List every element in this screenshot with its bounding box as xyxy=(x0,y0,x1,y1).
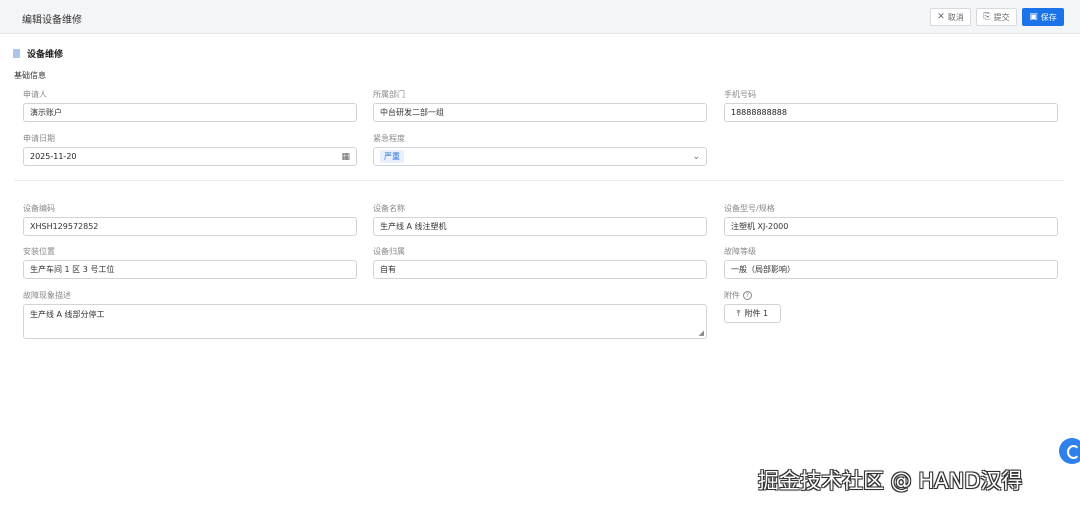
basic-info-heading: 基础信息 xyxy=(14,71,46,80)
top-bar: 编辑设备维修 ✕ 取消 ⎘ 提交 ▣ 保存 xyxy=(0,0,1080,34)
department-label: 所属部门 xyxy=(373,90,405,99)
fault-level-value: 一般（局部影响） xyxy=(731,265,795,274)
close-icon: ✕ xyxy=(937,11,945,22)
help-icon[interactable]: ? xyxy=(743,291,752,300)
submit-button[interactable]: ⎘ 提交 xyxy=(976,8,1017,26)
ownership-label: 设备归属 xyxy=(373,247,405,256)
save-label: 保存 xyxy=(1040,12,1057,22)
submit-label: 提交 xyxy=(993,12,1010,22)
attachment-label-row: 附件 ? xyxy=(724,290,752,301)
phone-value: 18888888888 xyxy=(731,108,787,117)
section-title: 设备维修 xyxy=(13,47,63,60)
apply-date-field[interactable]: 2025-11-20 ▦ xyxy=(23,147,357,166)
fault-desc-label: 故障现象描述 xyxy=(23,291,71,300)
cancel-label: 取消 xyxy=(947,12,964,22)
device-model-field[interactable]: 注塑机 XJ-2000 xyxy=(724,217,1058,236)
applicant-value: 演示账户 xyxy=(30,108,62,117)
device-model-label: 设备型号/规格 xyxy=(724,204,775,213)
document-icon xyxy=(13,49,20,58)
urgency-label: 紧急程度 xyxy=(373,134,405,143)
cancel-button[interactable]: ✕ 取消 xyxy=(930,8,971,26)
fault-level-label: 故障等级 xyxy=(724,247,756,256)
upload-icon: ⤒ xyxy=(736,308,741,318)
device-code-label: 设备编码 xyxy=(23,204,55,213)
urgency-tag: 严重 xyxy=(380,150,404,163)
floating-assistant-icon[interactable] xyxy=(1059,438,1080,464)
location-label: 安装位置 xyxy=(23,247,55,256)
fault-desc-value: 生产线 A 线部分停工 xyxy=(30,310,105,319)
device-name-label: 设备名称 xyxy=(373,204,405,213)
device-name-value: 生产线 A 线注塑机 xyxy=(380,222,447,231)
fault-desc-textarea[interactable]: 生产线 A 线部分停工 ◢ xyxy=(23,304,707,339)
department-field[interactable]: 中台研发二部一组 xyxy=(373,103,707,122)
device-model-value: 注塑机 XJ-2000 xyxy=(731,222,789,231)
device-code-value: XHSH129572852 xyxy=(30,222,99,231)
section-divider xyxy=(14,180,1064,181)
resize-handle-icon[interactable]: ◢ xyxy=(699,329,704,337)
applicant-field[interactable]: 演示账户 xyxy=(23,103,357,122)
ownership-field[interactable]: 自有 xyxy=(373,260,707,279)
location-field[interactable]: 生产车间 1 区 3 号工位 xyxy=(23,260,357,279)
page-title: 编辑设备维修 xyxy=(22,15,82,26)
phone-field[interactable]: 18888888888 xyxy=(724,103,1058,122)
apply-date-value: 2025-11-20 xyxy=(30,152,77,161)
attachment-label: 附件 xyxy=(724,291,740,300)
section-title-text: 设备维修 xyxy=(27,50,64,60)
department-value: 中台研发二部一组 xyxy=(380,108,444,117)
location-value: 生产车间 1 区 3 号工位 xyxy=(30,265,115,274)
calendar-icon[interactable]: ▦ xyxy=(341,152,350,162)
submit-icon: ⎘ xyxy=(983,11,991,22)
save-icon: ▣ xyxy=(1029,11,1038,22)
save-button[interactable]: ▣ 保存 xyxy=(1022,8,1064,26)
watermark: 掘金技术社区 @ HAND汉得 xyxy=(758,469,1023,493)
phone-label: 手机号码 xyxy=(724,90,756,99)
attachment-button[interactable]: ⤒ 附件 1 xyxy=(724,304,781,323)
attachment-button-label: 附件 1 xyxy=(744,309,769,318)
device-name-field[interactable]: 生产线 A 线注塑机 xyxy=(373,217,707,236)
apply-date-label: 申请日期 xyxy=(23,134,55,143)
fault-level-field[interactable]: 一般（局部影响） xyxy=(724,260,1058,279)
chevron-down-icon[interactable]: ⌄ xyxy=(692,152,700,162)
device-code-field[interactable]: XHSH129572852 xyxy=(23,217,357,236)
ownership-value: 自有 xyxy=(380,265,396,274)
applicant-label: 申请人 xyxy=(23,90,47,99)
urgency-select[interactable]: 严重 ⌄ xyxy=(373,147,707,166)
